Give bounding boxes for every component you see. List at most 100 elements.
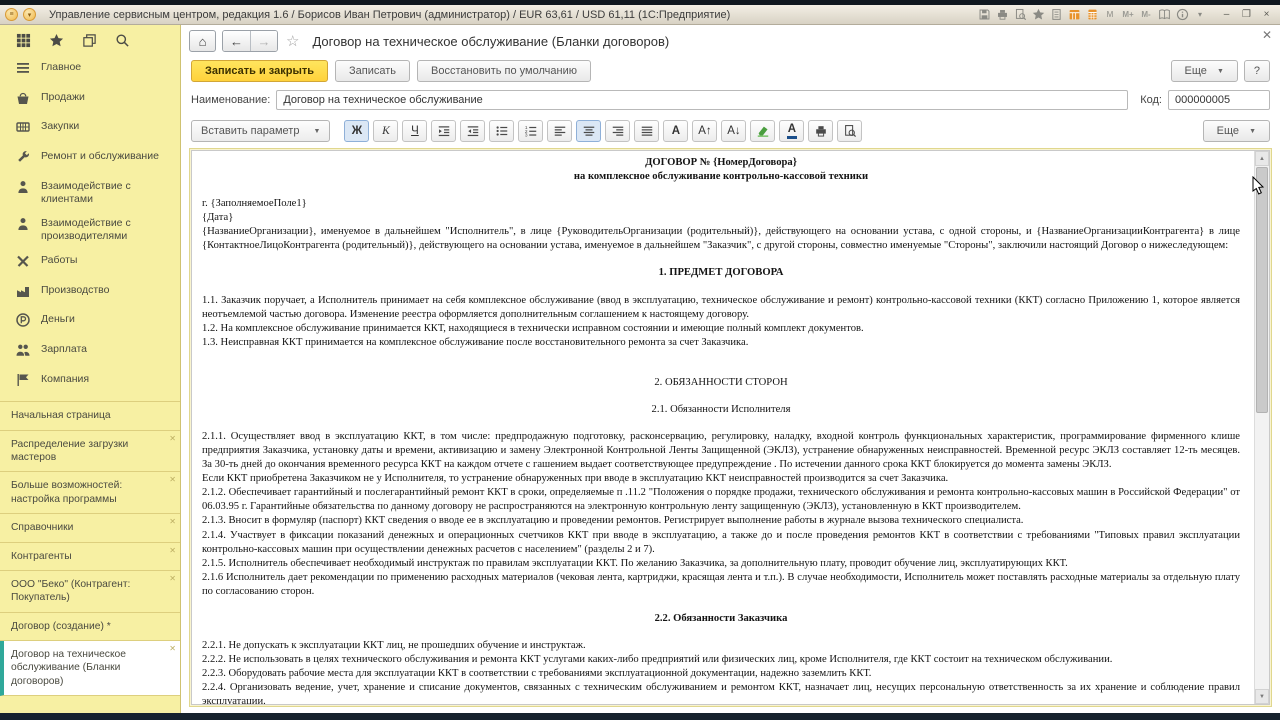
- indent-decrease-button[interactable]: [460, 120, 486, 142]
- scrollbar-track[interactable]: [1255, 166, 1269, 689]
- help-button[interactable]: ?: [1243, 60, 1270, 82]
- sidebar-item-8[interactable]: Деньги: [0, 308, 180, 338]
- paragraph: 2.1.5. Исполнитель обеспечивает необходи…: [202, 557, 1068, 569]
- titlebar-toolbar: M M+ M- ▾: [977, 8, 1207, 22]
- close-button[interactable]: ×: [1259, 8, 1274, 22]
- align-right-button[interactable]: [605, 120, 631, 142]
- align-center-button[interactable]: [576, 120, 602, 142]
- underline-button[interactable]: Ч: [402, 120, 428, 142]
- highlight-color-button[interactable]: [750, 120, 776, 142]
- app-menu-button[interactable]: ≡: [5, 8, 18, 21]
- sidebar-item-label: Деньги: [41, 313, 75, 326]
- tab-label: Договор на техническое обслуживание (Бла…: [11, 649, 127, 687]
- sidebar-item-2[interactable]: Закупки: [0, 115, 180, 145]
- font-decrease-button[interactable]: A↓: [721, 120, 747, 142]
- indent-increase-button[interactable]: [431, 120, 457, 142]
- save-and-close-button[interactable]: Записать и закрыть: [191, 60, 329, 82]
- copy-icon[interactable]: [1049, 8, 1063, 22]
- sidebar-item-5[interactable]: Взаимодействие с производителями: [0, 212, 180, 249]
- tab-close-icon[interactable]: ✕: [169, 644, 176, 654]
- info-icon[interactable]: [1175, 8, 1189, 22]
- app-menu-arrow-button[interactable]: ▾: [23, 8, 36, 21]
- open-window-tab-2[interactable]: Больше возможностей: настройка программы…: [0, 472, 180, 515]
- align-justify-button[interactable]: [634, 120, 660, 142]
- open-window-tab-4[interactable]: Контрагенты ✕: [0, 543, 180, 571]
- more-button[interactable]: Еще ▼: [1170, 60, 1238, 82]
- paragraph: {Дата}: [202, 212, 234, 224]
- sidebar-item-10[interactable]: Компания: [0, 368, 180, 398]
- restore-button[interactable]: ❐: [1239, 8, 1254, 22]
- favorite-star-icon[interactable]: ☆: [286, 32, 299, 50]
- open-window-tab-1[interactable]: Распределение загрузки мастеров ✕: [0, 431, 180, 473]
- back-button[interactable]: ←: [223, 31, 250, 51]
- memory-minus-button[interactable]: M-: [1139, 8, 1153, 22]
- sidebar-item-3[interactable]: Ремонт и обслуживание: [0, 145, 180, 175]
- save-button[interactable]: Записать: [335, 60, 411, 82]
- italic-button[interactable]: К: [373, 120, 399, 142]
- favorites-star-icon[interactable]: [48, 32, 64, 48]
- calculator-icon[interactable]: [1085, 8, 1099, 22]
- name-input[interactable]: Договор на техническое обслуживание: [276, 90, 1129, 110]
- sidebar-item-label: Взаимодействие с производителями: [41, 216, 131, 243]
- document-text[interactable]: ДОГОВОР № {НомерДоговора} на комплексное …: [192, 151, 1254, 704]
- toolbar-more-button[interactable]: Еще ▼: [1202, 120, 1270, 142]
- align-left-button[interactable]: [547, 120, 573, 142]
- forward-button[interactable]: →: [250, 31, 277, 51]
- print-preview-icon[interactable]: [1013, 8, 1027, 22]
- person-icon: [15, 217, 31, 237]
- numbered-list-button[interactable]: 123: [518, 120, 544, 142]
- open-window-tab-3[interactable]: Справочники ✕: [0, 514, 180, 543]
- tab-close-icon[interactable]: ✕: [169, 434, 176, 444]
- sidebar-item-7[interactable]: Производство: [0, 279, 180, 309]
- bold-button[interactable]: Ж: [344, 120, 370, 142]
- tab-close-icon[interactable]: ✕: [169, 546, 176, 556]
- sidebar-item-4[interactable]: Взаимодействие с клиентами: [0, 175, 180, 212]
- open-window-tab-7[interactable]: Договор на техническое обслуживание (Бла…: [0, 641, 180, 697]
- sidebar-item-label: Ремонт и обслуживание: [41, 149, 159, 162]
- scrollbar-thumb[interactable]: [1256, 167, 1268, 413]
- scroll-down-button[interactable]: ▼: [1255, 689, 1269, 704]
- restore-default-button[interactable]: Восстановить по умолчанию: [417, 60, 591, 82]
- memory-button[interactable]: M: [1103, 8, 1117, 22]
- font-increase-button[interactable]: A↑: [692, 120, 718, 142]
- scroll-up-button[interactable]: ▲: [1255, 151, 1269, 166]
- paragraph: 2.1.3. Вносит в формуляр (паспорт) ККТ с…: [202, 515, 1024, 527]
- paragraph: 2.2.3. Оборудовать рабочие места для экс…: [202, 668, 872, 680]
- calendar-icon[interactable]: [1067, 8, 1081, 22]
- open-window-tab-5[interactable]: ООО "Беко" (Контрагент: Покупатель) ✕: [0, 571, 180, 613]
- insert-parameter-button[interactable]: Вставить параметр ▼: [191, 120, 331, 142]
- print-icon[interactable]: [995, 8, 1009, 22]
- sidebar-item-9[interactable]: Зарплата: [0, 338, 180, 368]
- text-color-button[interactable]: A: [779, 120, 805, 142]
- memory-plus-button[interactable]: M+: [1121, 8, 1135, 22]
- tab-close-icon[interactable]: ✕: [169, 574, 176, 584]
- tab-close-icon[interactable]: ✕: [169, 517, 176, 527]
- bulleted-list-button[interactable]: [489, 120, 515, 142]
- save-icon[interactable]: [977, 8, 991, 22]
- titlebar-menu-caret[interactable]: ▾: [1193, 8, 1207, 22]
- sidebar-item-label: Взаимодействие с клиентами: [41, 179, 131, 206]
- sidebar-item-0[interactable]: Главное: [0, 56, 180, 86]
- basket-icon: [15, 91, 31, 111]
- menu-grid-icon[interactable]: [15, 32, 31, 48]
- preview-button[interactable]: [837, 120, 863, 142]
- search-icon[interactable]: [114, 32, 130, 48]
- favorites-icon[interactable]: [1031, 8, 1045, 22]
- vertical-scrollbar[interactable]: ▲ ▼: [1254, 151, 1269, 704]
- print-button[interactable]: [808, 120, 834, 142]
- open-window-tab-0[interactable]: Начальная страница: [0, 402, 180, 431]
- open-window-tab-6[interactable]: Договор (создание) *: [0, 613, 180, 642]
- home-button[interactable]: ⌂: [189, 30, 216, 52]
- tab-close-icon[interactable]: ✕: [169, 475, 176, 485]
- help-book-icon[interactable]: [1157, 8, 1171, 22]
- code-input[interactable]: 000000005: [1168, 90, 1270, 110]
- open-windows-icon[interactable]: [81, 32, 97, 48]
- form-close-icon[interactable]: ✕: [1262, 28, 1272, 42]
- sidebar-item-1[interactable]: Продажи: [0, 86, 180, 116]
- font-button[interactable]: A: [663, 120, 689, 142]
- tab-label: Контрагенты: [11, 550, 72, 562]
- minimize-button[interactable]: –: [1219, 8, 1234, 22]
- sidebar-item-6[interactable]: Работы: [0, 249, 180, 279]
